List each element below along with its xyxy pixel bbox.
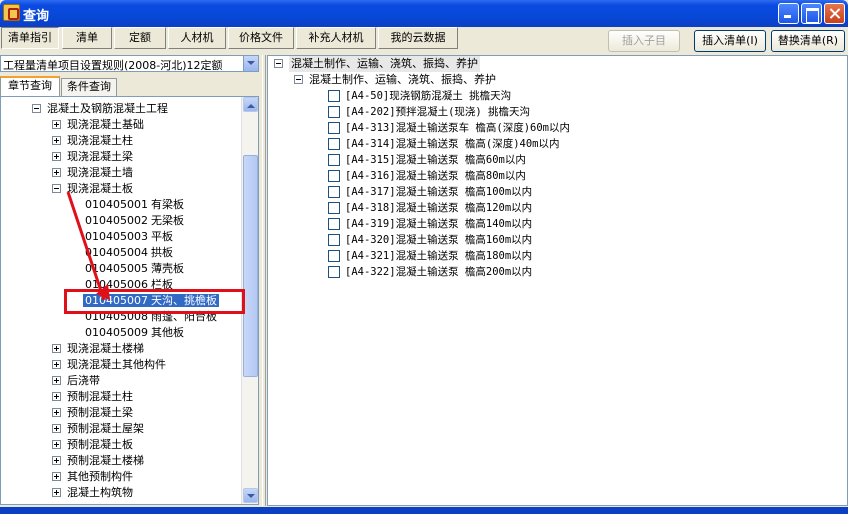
expand-icon[interactable] bbox=[52, 408, 61, 417]
window-bottom-border bbox=[0, 507, 848, 514]
tab-list-guide[interactable]: 清单指引 bbox=[1, 27, 59, 49]
collapse-icon[interactable] bbox=[274, 59, 283, 68]
tab-supplementary-material[interactable]: 补充人材机 bbox=[296, 27, 376, 49]
tree-node[interactable]: 混凝土构筑物 bbox=[52, 485, 242, 501]
checkbox[interactable] bbox=[328, 186, 340, 198]
scroll-thumb[interactable] bbox=[243, 155, 258, 377]
collapse-icon[interactable] bbox=[294, 75, 303, 84]
collapse-icon[interactable] bbox=[52, 184, 61, 193]
minimize-button[interactable] bbox=[778, 3, 799, 24]
maximize-button[interactable] bbox=[801, 3, 822, 24]
expand-icon[interactable] bbox=[52, 360, 61, 369]
tree-node[interactable]: 现浇混凝土其他构件 bbox=[52, 357, 242, 373]
tree-node[interactable]: 现浇混凝土梁 bbox=[52, 149, 242, 165]
rule-select[interactable]: 工程量清单项目设置规则(2008-河北)12定额 bbox=[0, 55, 259, 72]
checkbox[interactable] bbox=[328, 138, 340, 150]
insert-list-button[interactable]: 插入清单(I) bbox=[694, 30, 766, 52]
scroll-down-icon[interactable] bbox=[243, 488, 258, 503]
tree-node[interactable]: 现浇混凝土楼梯 bbox=[52, 341, 242, 357]
tree-node[interactable]: 预制混凝土楼梯 bbox=[52, 453, 242, 469]
tree-node-cast-slab[interactable]: 现浇混凝土板 bbox=[52, 181, 242, 197]
tab-list[interactable]: 清单 bbox=[62, 27, 112, 49]
maximize-icon bbox=[802, 4, 821, 23]
checkbox[interactable] bbox=[328, 218, 340, 230]
tree-node[interactable]: 后浇带 bbox=[52, 373, 242, 389]
app-icon bbox=[3, 4, 20, 21]
minimize-icon bbox=[779, 4, 798, 23]
checkbox[interactable] bbox=[328, 106, 340, 118]
checkbox[interactable] bbox=[328, 202, 340, 214]
checkbox[interactable] bbox=[328, 250, 340, 262]
tab-cloud-data[interactable]: 我的云数据 bbox=[378, 27, 458, 49]
replace-list-button[interactable]: 替换清单(R) bbox=[771, 30, 845, 52]
tree-leaf[interactable]: 010405003 平板 bbox=[85, 229, 173, 245]
checkbox[interactable] bbox=[328, 90, 340, 102]
panel-splitter[interactable] bbox=[262, 55, 266, 506]
tree-node[interactable]: 其他预制构件 bbox=[52, 469, 242, 485]
tree-leaf[interactable]: 010405004 拱板 bbox=[85, 245, 173, 261]
window-title: 查询 bbox=[23, 9, 50, 24]
expand-icon[interactable] bbox=[52, 488, 61, 497]
expand-icon[interactable] bbox=[52, 440, 61, 449]
close-icon bbox=[825, 4, 844, 23]
tree-node[interactable]: 预制混凝土梁 bbox=[52, 405, 242, 421]
tab-price-file[interactable]: 价格文件 bbox=[228, 27, 294, 49]
tab-labor-material-machine[interactable]: 人材机 bbox=[168, 27, 226, 49]
close-button[interactable] bbox=[824, 3, 845, 24]
quota-tree[interactable]: 混凝土制作、运输、浇筑、振捣、养护 混凝土制作、运输、浇筑、振捣、养护 [A4-… bbox=[267, 55, 848, 506]
expand-icon[interactable] bbox=[52, 152, 61, 161]
tree-node[interactable]: 预制混凝土屋架 bbox=[52, 421, 242, 437]
tree-node[interactable]: 预制混凝土板 bbox=[52, 437, 242, 453]
expand-icon[interactable] bbox=[52, 136, 61, 145]
subtab-chapter-query[interactable]: 章节查询 bbox=[0, 76, 60, 96]
tree-leaf[interactable]: 010405009 其他板 bbox=[85, 325, 184, 341]
tree-node[interactable]: 现浇混凝土基础 bbox=[52, 117, 242, 133]
checkbox[interactable] bbox=[328, 122, 340, 134]
expand-icon[interactable] bbox=[52, 456, 61, 465]
expand-icon[interactable] bbox=[52, 424, 61, 433]
checkbox[interactable] bbox=[328, 154, 340, 166]
expand-icon[interactable] bbox=[52, 168, 61, 177]
expand-icon[interactable] bbox=[52, 376, 61, 385]
chevron-down-icon[interactable] bbox=[243, 56, 258, 71]
annotation-highlight-box bbox=[64, 289, 245, 314]
expand-icon[interactable] bbox=[52, 344, 61, 353]
tree-node[interactable]: 现浇混凝土柱 bbox=[52, 133, 242, 149]
title-bar: 查询 bbox=[0, 0, 848, 27]
collapse-icon[interactable] bbox=[32, 104, 41, 113]
tree-node-concrete-works[interactable]: 混凝土及钢筋混凝土工程 bbox=[32, 101, 242, 117]
insert-child-button[interactable]: 插入子目 bbox=[608, 30, 680, 52]
tree-leaf[interactable]: 010405001 有梁板 bbox=[85, 197, 184, 213]
checkbox[interactable] bbox=[328, 170, 340, 182]
tree-node[interactable]: 现浇混凝土墙 bbox=[52, 165, 242, 181]
checkbox[interactable] bbox=[328, 266, 340, 278]
scroll-up-icon[interactable] bbox=[243, 97, 258, 112]
tree-leaf[interactable]: 010405005 薄壳板 bbox=[85, 261, 184, 277]
expand-icon[interactable] bbox=[52, 120, 61, 129]
expand-icon[interactable] bbox=[52, 392, 61, 401]
tree-leaf[interactable]: 010405002 无梁板 bbox=[85, 213, 184, 229]
expand-icon[interactable] bbox=[52, 472, 61, 481]
checkbox[interactable] bbox=[328, 234, 340, 246]
tab-bar: 清单指引 清单 定额 人材机 价格文件 补充人材机 我的云数据 插入子目 插入清… bbox=[0, 27, 848, 55]
tab-quota[interactable]: 定额 bbox=[114, 27, 166, 49]
rule-select-value: 工程量清单项目设置规则(2008-河北)12定额 bbox=[3, 59, 223, 72]
subtab-condition-query[interactable]: 条件查询 bbox=[61, 78, 117, 96]
tree-node[interactable]: 预制混凝土柱 bbox=[52, 389, 242, 405]
